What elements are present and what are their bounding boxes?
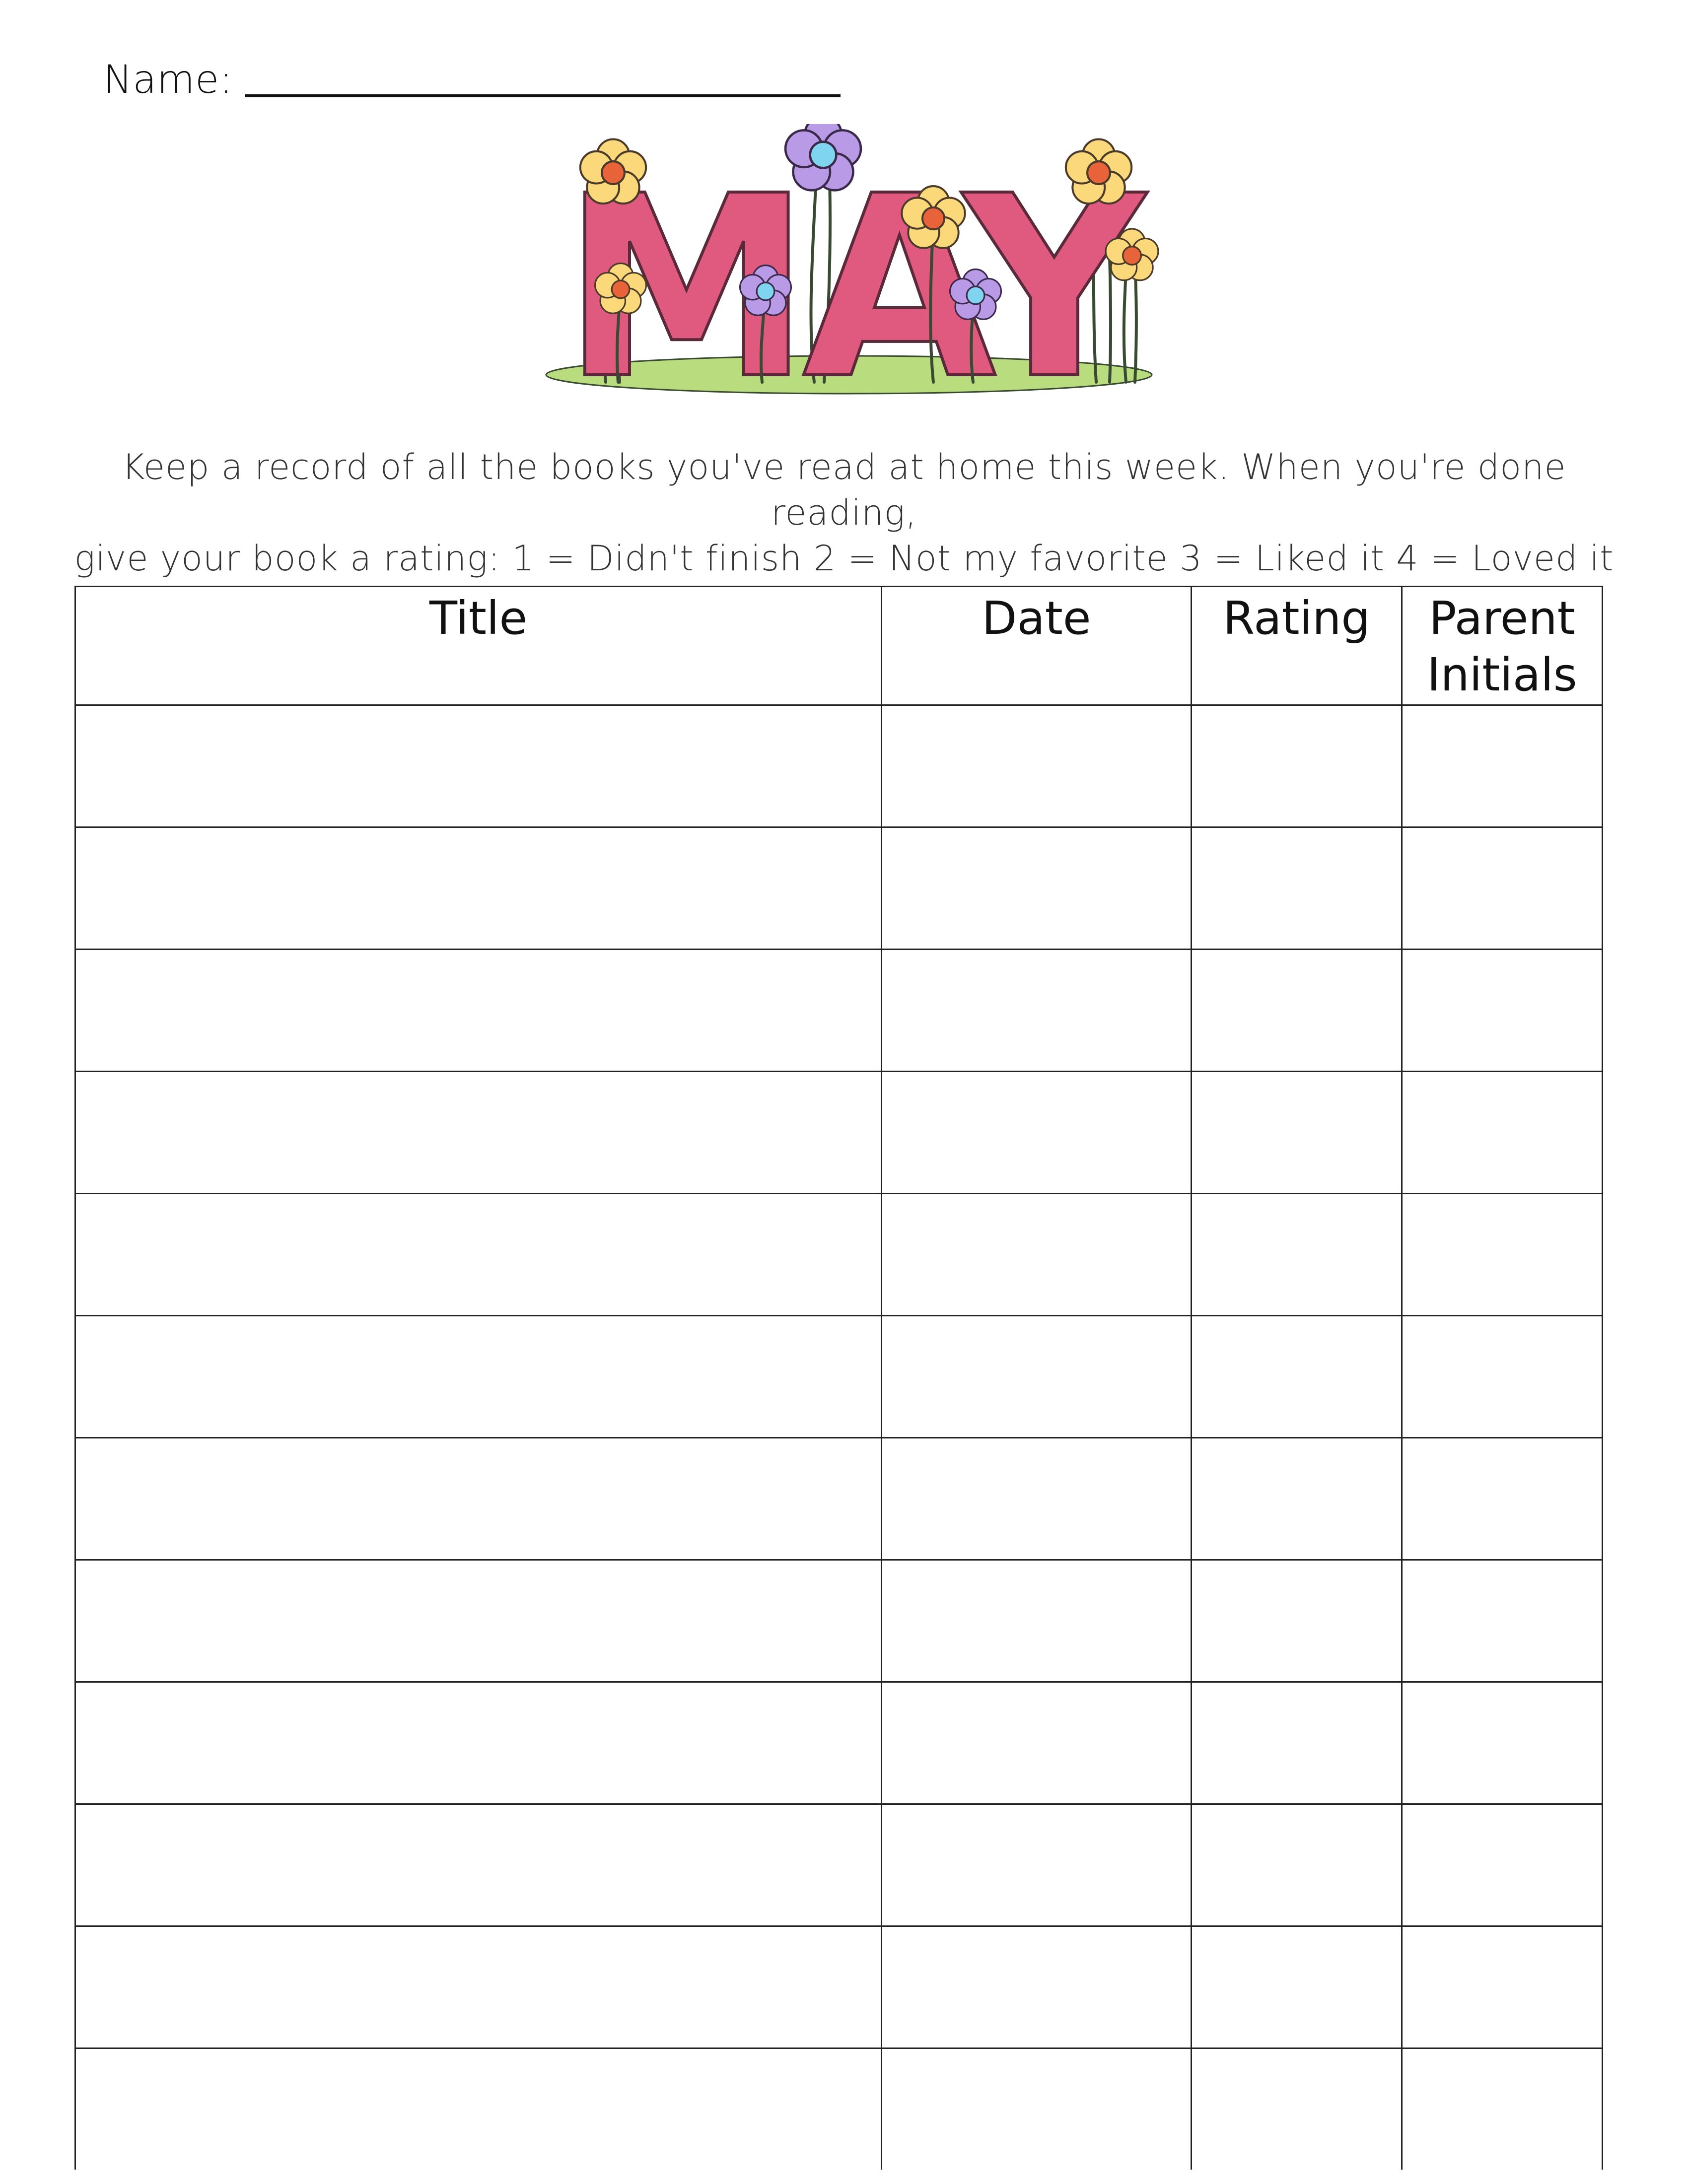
cell-title[interactable]	[74, 1071, 882, 1194]
cell-title[interactable]	[74, 1315, 882, 1438]
header-parent-line-1: Parent	[1429, 592, 1575, 645]
cell-rating[interactable]	[1191, 1559, 1403, 1683]
header-parent-line-2: Initials	[1427, 648, 1577, 701]
cell-date[interactable]	[881, 1437, 1192, 1561]
table-row	[74, 1681, 1603, 1805]
instructions: Keep a record of all the books you've re…	[50, 444, 1638, 581]
cell-rating[interactable]	[1191, 826, 1403, 950]
cell-date[interactable]	[881, 1071, 1192, 1194]
cell-title[interactable]	[74, 1437, 882, 1561]
cell-date[interactable]	[881, 704, 1192, 828]
header-rating: Rating	[1191, 586, 1403, 706]
purple-flower-icon	[785, 124, 861, 190]
cell-rating[interactable]	[1191, 704, 1403, 828]
cell-parent[interactable]	[1401, 1559, 1603, 1683]
cell-rating[interactable]	[1191, 1071, 1403, 1194]
instructions-line-1: Keep a record of all the books you've re…	[122, 447, 1566, 533]
cell-rating[interactable]	[1191, 1193, 1403, 1316]
table-row	[74, 1803, 1603, 1927]
cell-date[interactable]	[881, 949, 1192, 1072]
may-banner: MAY	[545, 124, 1159, 402]
cell-parent[interactable]	[1401, 1803, 1603, 1927]
cell-date[interactable]	[881, 1925, 1192, 2049]
cell-rating[interactable]	[1191, 1437, 1403, 1561]
name-row: Name:	[103, 45, 841, 99]
cell-rating[interactable]	[1191, 949, 1403, 1072]
table-row	[74, 826, 1603, 950]
cell-parent[interactable]	[1401, 1437, 1603, 1561]
cell-date[interactable]	[881, 1315, 1192, 1438]
cell-title[interactable]	[74, 1925, 882, 2049]
table-row	[74, 1437, 1603, 1561]
header-title: Title	[74, 586, 882, 706]
cell-rating[interactable]	[1191, 1681, 1403, 1805]
table-row	[74, 949, 1603, 1072]
cell-date[interactable]	[881, 826, 1192, 950]
cell-title[interactable]	[74, 2048, 882, 2170]
cell-date[interactable]	[881, 1559, 1192, 1683]
cell-parent[interactable]	[1401, 1681, 1603, 1805]
table-row	[74, 1559, 1603, 1683]
instructions-line-2: give your book a rating: 1 = Didn't fini…	[74, 538, 1614, 579]
cell-parent[interactable]	[1401, 704, 1603, 828]
cell-title[interactable]	[74, 704, 882, 828]
may-letters: MAY	[562, 142, 1148, 402]
cell-rating[interactable]	[1191, 1803, 1403, 1927]
cell-parent[interactable]	[1401, 1071, 1603, 1194]
cell-title[interactable]	[74, 1803, 882, 1927]
reading-log-table: Title Date Rating Parent Initials	[74, 586, 1603, 2170]
cell-date[interactable]	[881, 1193, 1192, 1316]
cell-rating[interactable]	[1191, 1315, 1403, 1438]
name-label: Name:	[103, 58, 233, 102]
cell-parent[interactable]	[1401, 949, 1603, 1072]
cell-parent[interactable]	[1401, 1193, 1603, 1316]
table-row	[74, 1193, 1603, 1316]
table-row	[74, 1925, 1603, 2049]
table-row	[74, 2048, 1603, 2170]
cell-parent[interactable]	[1401, 826, 1603, 950]
table-row	[74, 1315, 1603, 1438]
cell-date[interactable]	[881, 1803, 1192, 1927]
cell-title[interactable]	[74, 1681, 882, 1805]
cell-title[interactable]	[74, 949, 882, 1072]
cell-parent[interactable]	[1401, 1925, 1603, 2049]
name-input-line[interactable]	[245, 94, 841, 97]
table-header-row: Title Date Rating Parent Initials	[74, 586, 1603, 706]
header-date: Date	[881, 586, 1192, 706]
table-row	[74, 704, 1603, 828]
header-parent-initials: Parent Initials	[1401, 586, 1603, 706]
cell-title[interactable]	[74, 826, 882, 950]
cell-rating[interactable]	[1191, 1925, 1403, 2049]
cell-title[interactable]	[74, 1559, 882, 1683]
cell-date[interactable]	[881, 1681, 1192, 1805]
cell-date[interactable]	[881, 2048, 1192, 2170]
table-row	[74, 1071, 1603, 1194]
table-body	[74, 704, 1603, 2170]
cell-parent[interactable]	[1401, 1315, 1603, 1438]
cell-parent[interactable]	[1401, 2048, 1603, 2170]
cell-title[interactable]	[74, 1193, 882, 1316]
cell-rating[interactable]	[1191, 2048, 1403, 2170]
